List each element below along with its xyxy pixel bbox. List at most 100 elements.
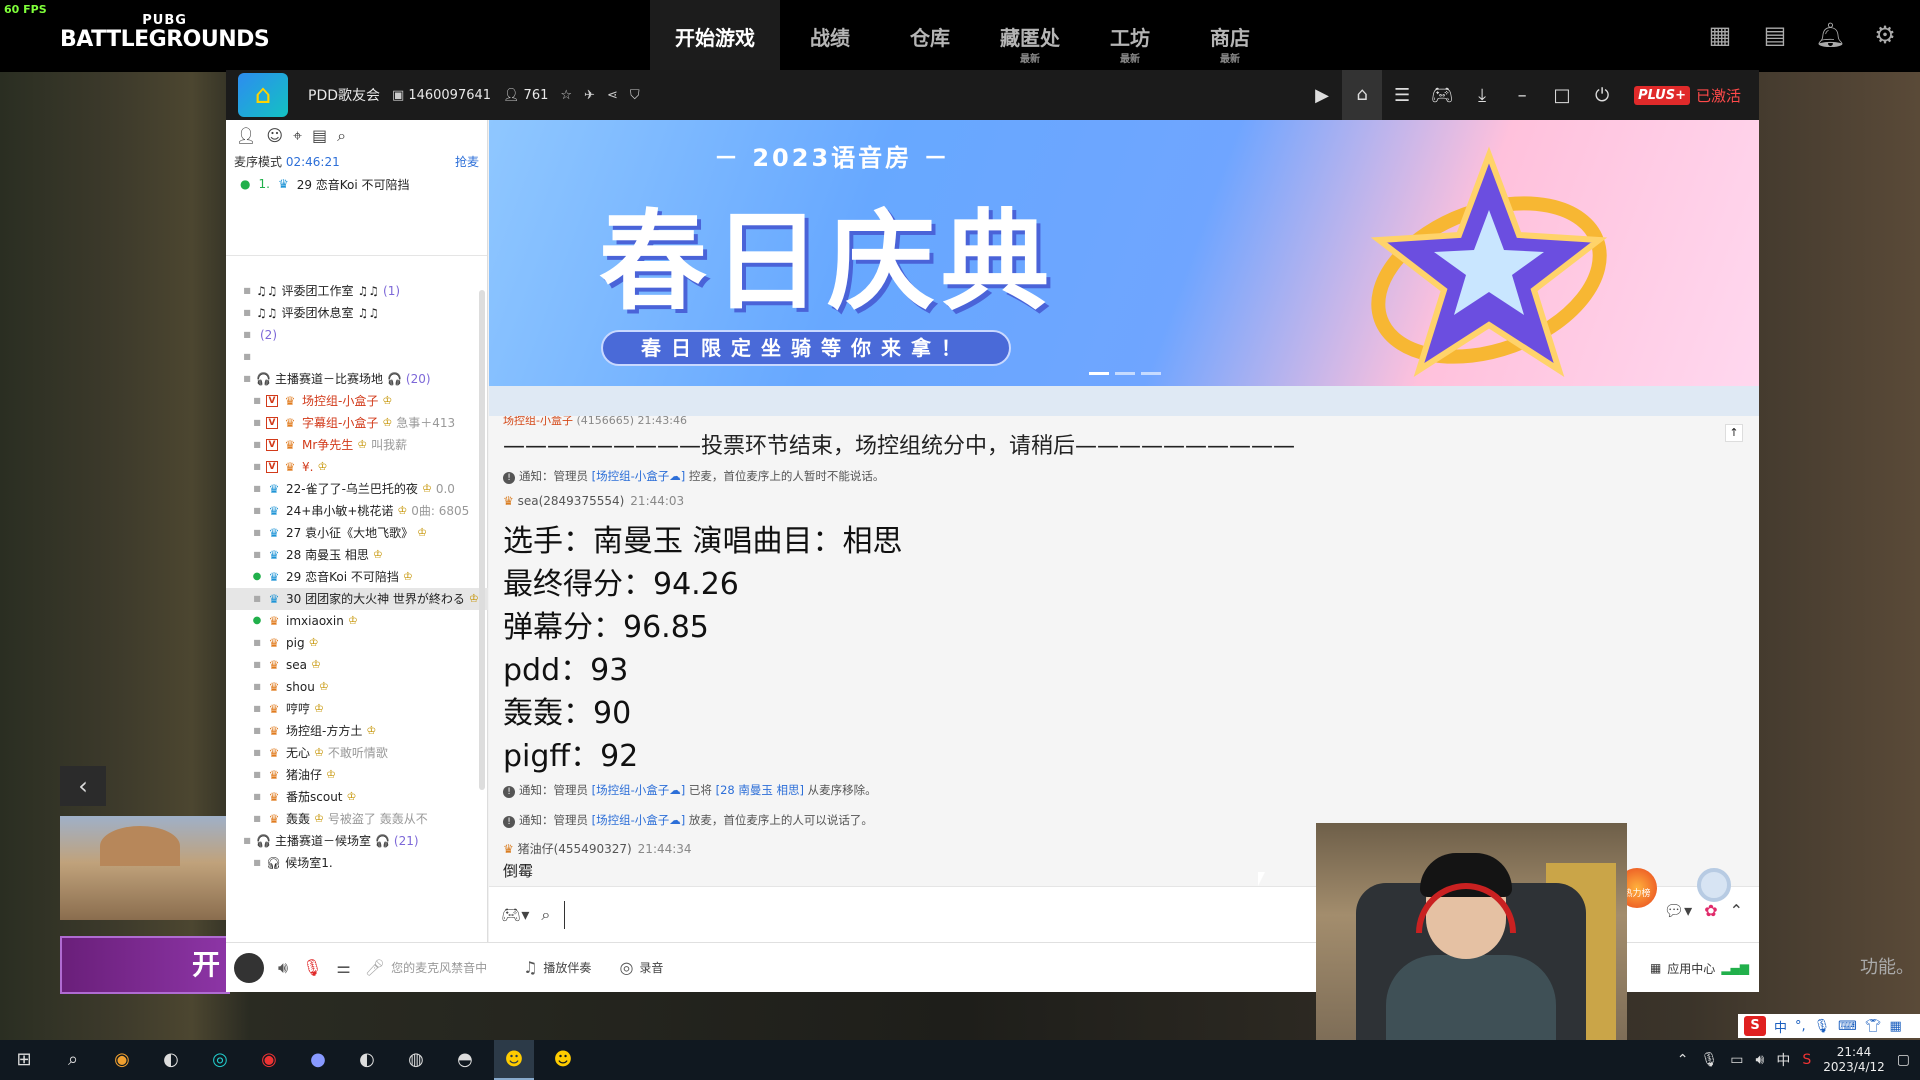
channel-node[interactable]: ■ 🎧 主播赛道－候场室 🎧 (21): [226, 830, 488, 852]
user-node[interactable]: ■ V ♛ 场控组-小盒子 ♔: [226, 390, 488, 412]
mic-muted-icon[interactable]: 🎙︎: [302, 958, 322, 977]
ime-indicator[interactable]: 中: [1776, 1050, 1790, 1070]
mic-icon[interactable]: 🎙︎: [1701, 1052, 1719, 1068]
user-node[interactable]: ■ ♛ 无心 ♔ 不敢听情歌: [226, 742, 488, 764]
scroll-top-icon[interactable]: ↑: [1725, 424, 1743, 442]
shirt-icon[interactable]: 👕︎: [1865, 1019, 1882, 1034]
start-game-button[interactable]: 开: [60, 936, 230, 994]
user-node[interactable]: ■ ♛ 22-雀了了-乌兰巴托的夜 ♔ 0.0: [226, 478, 488, 500]
notes-icon[interactable]: ▤: [312, 126, 327, 146]
plus-badge[interactable]: PLUS+: [1634, 85, 1690, 105]
user-node[interactable]: ■ ♛ 轰轰 ♔ 号被盗了 轰轰从不: [226, 808, 488, 830]
user-node[interactable]: ■ ♛ 番茄scout ♔: [226, 786, 488, 808]
channel-node[interactable]: ■ ♫♫ 评委团工作室 ♫♫ (1): [226, 280, 488, 302]
video-icon[interactable]: ▶: [1302, 85, 1342, 106]
calendar-icon[interactable]: ▦: [1705, 20, 1735, 50]
group-icon[interactable]: ☺: [266, 126, 283, 146]
user-node[interactable]: ● ♛ imxiaoxin ♔: [226, 610, 488, 632]
mixer-icon[interactable]: ⚌: [336, 958, 350, 977]
volume-icon[interactable]: 🔊︎: [1756, 1052, 1765, 1068]
user-node[interactable]: ■ V ♛ Mr争先生 ♔ 叫我薪: [226, 434, 488, 456]
channel-node[interactable]: ■: [226, 346, 488, 368]
sidebar-scrollbar[interactable]: [479, 290, 485, 790]
translate-icon[interactable]: ⌕: [541, 905, 550, 925]
flower-icon[interactable]: ✿: [1704, 901, 1717, 920]
app-center[interactable]: ▦ 应用中心 ▂▄▆: [1650, 943, 1749, 993]
home-icon[interactable]: ⌂: [1342, 70, 1383, 120]
nav-stash[interactable]: 藏匿处 最新: [980, 0, 1080, 72]
sub-channel-node[interactable]: ■ 🎧︎ 候场室1.: [226, 852, 488, 872]
maximize-icon[interactable]: □: [1542, 85, 1582, 106]
launcher-icon[interactable]: ●: [298, 1040, 338, 1080]
steam-icon[interactable]: ◐: [151, 1040, 191, 1080]
pager-dot[interactable]: [1141, 372, 1161, 375]
search-icon[interactable]: ⌕: [53, 1040, 93, 1080]
music-icon[interactable]: ♫: [523, 958, 537, 977]
user-node[interactable]: ■ ♛ 猪油仔 ♔: [226, 764, 488, 786]
map-thumbnail[interactable]: [60, 816, 228, 920]
pager-dot[interactable]: [1115, 372, 1135, 375]
nav-inventory[interactable]: 仓库: [880, 0, 980, 72]
list-icon[interactable]: ☰: [1382, 85, 1422, 106]
minimize-icon[interactable]: –: [1502, 85, 1542, 106]
location-icon[interactable]: ⌖: [293, 126, 302, 146]
download-icon[interactable]: ⤓: [1462, 85, 1502, 106]
star-icon[interactable]: ☆: [560, 88, 572, 103]
user-node[interactable]: ■ ♛ 27 袁小征《大地飞歌》 ♔: [226, 522, 488, 544]
user-node[interactable]: ■ ♛ sea ♔: [226, 654, 488, 676]
chevron-up-icon[interactable]: ⌃: [1677, 1052, 1689, 1068]
ime-lang[interactable]: 中: [1774, 1017, 1787, 1036]
user-node[interactable]: ● ♛ 29 恋音Koi 不可陪挡 ♔: [226, 566, 488, 588]
user-link[interactable]: [28 南曼玉 相思]: [716, 783, 804, 797]
sogou-icon[interactable]: S: [1802, 1052, 1811, 1068]
punctuation-icon[interactable]: °,: [1795, 1019, 1806, 1034]
shield-icon[interactable]: ⛉: [630, 88, 640, 103]
grid-icon[interactable]: ▦: [1889, 1019, 1901, 1034]
user-node[interactable]: ■ ♛ 28 南曼玉 相思 ♔: [226, 544, 488, 566]
grab-mic-button[interactable]: 抢麦: [455, 152, 479, 172]
record-icon[interactable]: ◎: [619, 958, 633, 977]
channel-node[interactable]: ■ ♫♫ 评委团休息室 ♫♫: [226, 302, 488, 324]
user-node[interactable]: ■ ♛ 哼哼 ♔: [226, 698, 488, 720]
avatar[interactable]: [234, 952, 264, 983]
user-node[interactable]: ■ V ♛ ¥. ♔: [226, 456, 488, 478]
helmet-icon[interactable]: ◓: [445, 1040, 485, 1080]
browser-icon[interactable]: ◉: [102, 1040, 142, 1080]
user-node[interactable]: ■ ♛ 30 团团家的大火神 世界が終わる ♔: [226, 588, 488, 610]
mic-icon[interactable]: 🎙︎: [1814, 1019, 1831, 1034]
user-node[interactable]: ■ ♛ shou ♔: [226, 676, 488, 698]
channel-node[interactable]: ■ (2): [226, 324, 488, 346]
network-icon[interactable]: ▭: [1730, 1052, 1743, 1068]
channel-node[interactable]: ■ 🎧 主播赛道－比赛场地 🎧 (20): [226, 368, 488, 390]
share-icon[interactable]: ⋖: [607, 88, 618, 103]
nav-workshop[interactable]: 工坊 最新: [1080, 0, 1180, 72]
nav-play[interactable]: 开始游戏: [650, 0, 780, 72]
user-link[interactable]: [场控组-小盒子☁]: [592, 783, 686, 797]
user-node[interactable]: ■ ♛ 场控组-方方土 ♔: [226, 720, 488, 742]
music-app-icon[interactable]: ◉: [249, 1040, 289, 1080]
search-icon[interactable]: ⌕: [337, 126, 346, 146]
accompany-button[interactable]: 播放伴奏: [543, 959, 591, 976]
nav-career[interactable]: 战绩: [780, 0, 880, 72]
plane-icon[interactable]: ✈: [584, 88, 595, 103]
gamepad-icon[interactable]: 🎮︎: [1422, 85, 1462, 106]
user-node[interactable]: ■ V ♛ 字幕组-小盒子 ♔ 急事＋413: [226, 412, 488, 434]
gift-icon[interactable]: [1697, 868, 1731, 902]
steam-icon[interactable]: ◐: [347, 1040, 387, 1080]
bell-icon[interactable]: 🔔︎: [1815, 20, 1845, 50]
user-node[interactable]: ■ ♛ pig ♔: [226, 632, 488, 654]
clock[interactable]: 21:44 2023/4/12: [1823, 1045, 1885, 1075]
user-node[interactable]: ■ ♛ 24+串小敏+桃花诺 ♔ 0曲: 6805: [226, 500, 488, 522]
yy-app-icon[interactable]: ☻: [543, 1040, 583, 1080]
obs-icon[interactable]: ◍: [396, 1040, 436, 1080]
gear-icon[interactable]: ⚙: [1870, 20, 1900, 50]
keyboard-icon[interactable]: ⌨: [1838, 1019, 1857, 1034]
record-button[interactable]: 录音: [639, 959, 663, 976]
chat-input[interactable]: [564, 900, 1265, 929]
mic-queue-item[interactable]: ● 1. ♛ 29 恋音Koi 不可陪挡: [226, 172, 487, 196]
nav-store[interactable]: 商店 最新: [1180, 0, 1280, 72]
chevron-left-icon[interactable]: ‹: [60, 766, 106, 806]
speaker-icon[interactable]: 🔊︎: [278, 958, 288, 978]
user-link[interactable]: [场控组-小盒子☁]: [592, 469, 686, 483]
app-icon[interactable]: ◎: [200, 1040, 240, 1080]
